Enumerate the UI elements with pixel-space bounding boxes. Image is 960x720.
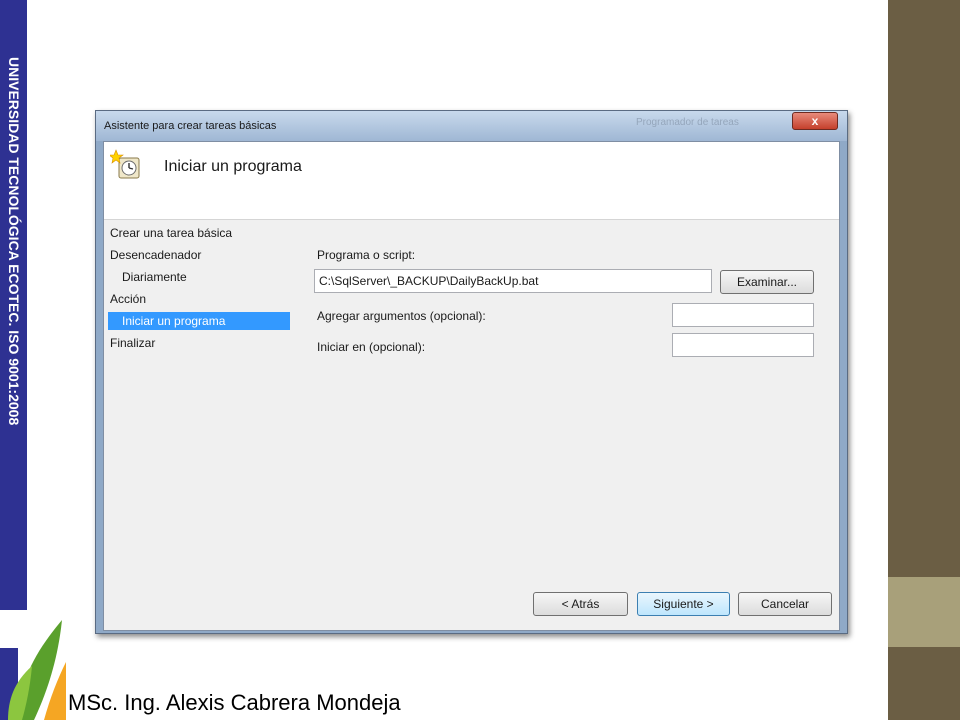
right-stripe-top xyxy=(888,0,960,577)
step-iniciar-programa[interactable]: Iniciar un programa xyxy=(108,312,290,330)
start-in-label: Iniciar en (opcional): xyxy=(317,340,426,354)
step-accion[interactable]: Acción xyxy=(110,290,146,308)
step-desencadenador[interactable]: Desencadenador xyxy=(110,246,201,264)
program-label: Programa o script: xyxy=(317,248,416,262)
university-logo xyxy=(0,620,66,720)
cancel-button[interactable]: Cancelar xyxy=(738,592,832,616)
step-diariamente[interactable]: Diariamente xyxy=(122,268,187,286)
arguments-label: Agregar argumentos (opcional): xyxy=(317,309,486,323)
step-crear-tarea[interactable]: Crear una tarea básica xyxy=(110,224,232,242)
next-button[interactable]: Siguiente > xyxy=(637,592,730,616)
back-button[interactable]: < Atrás xyxy=(533,592,628,616)
clock-task-icon xyxy=(110,149,140,179)
side-banner-text: UNIVERSIDAD TECNOLÓGICA ECOTEC. ISO 9001… xyxy=(6,57,22,426)
browse-button[interactable]: Examinar... xyxy=(720,270,814,294)
right-stripe-middle xyxy=(888,577,960,647)
step-finalizar[interactable]: Finalizar xyxy=(110,334,155,352)
right-stripe-bottom xyxy=(888,647,960,720)
wizard-header: Iniciar un programa xyxy=(104,142,839,220)
page-title: Iniciar un programa xyxy=(164,158,302,175)
title-bar[interactable]: Asistente para crear tareas básicas Prog… xyxy=(96,111,847,141)
program-script-input[interactable]: C:\SqlServer\_BACKUP\DailyBackUp.bat xyxy=(314,269,712,293)
close-button[interactable]: x xyxy=(792,112,838,130)
start-in-input[interactable] xyxy=(672,333,814,357)
window-title: Asistente para crear tareas básicas xyxy=(104,120,277,132)
wizard-window: Asistente para crear tareas básicas Prog… xyxy=(95,110,848,634)
wizard-client-area: Iniciar un programa Crear una tarea bási… xyxy=(103,141,840,631)
arguments-input[interactable] xyxy=(672,303,814,327)
author-name: MSc. Ing. Alexis Cabrera Mondeja xyxy=(68,690,401,715)
